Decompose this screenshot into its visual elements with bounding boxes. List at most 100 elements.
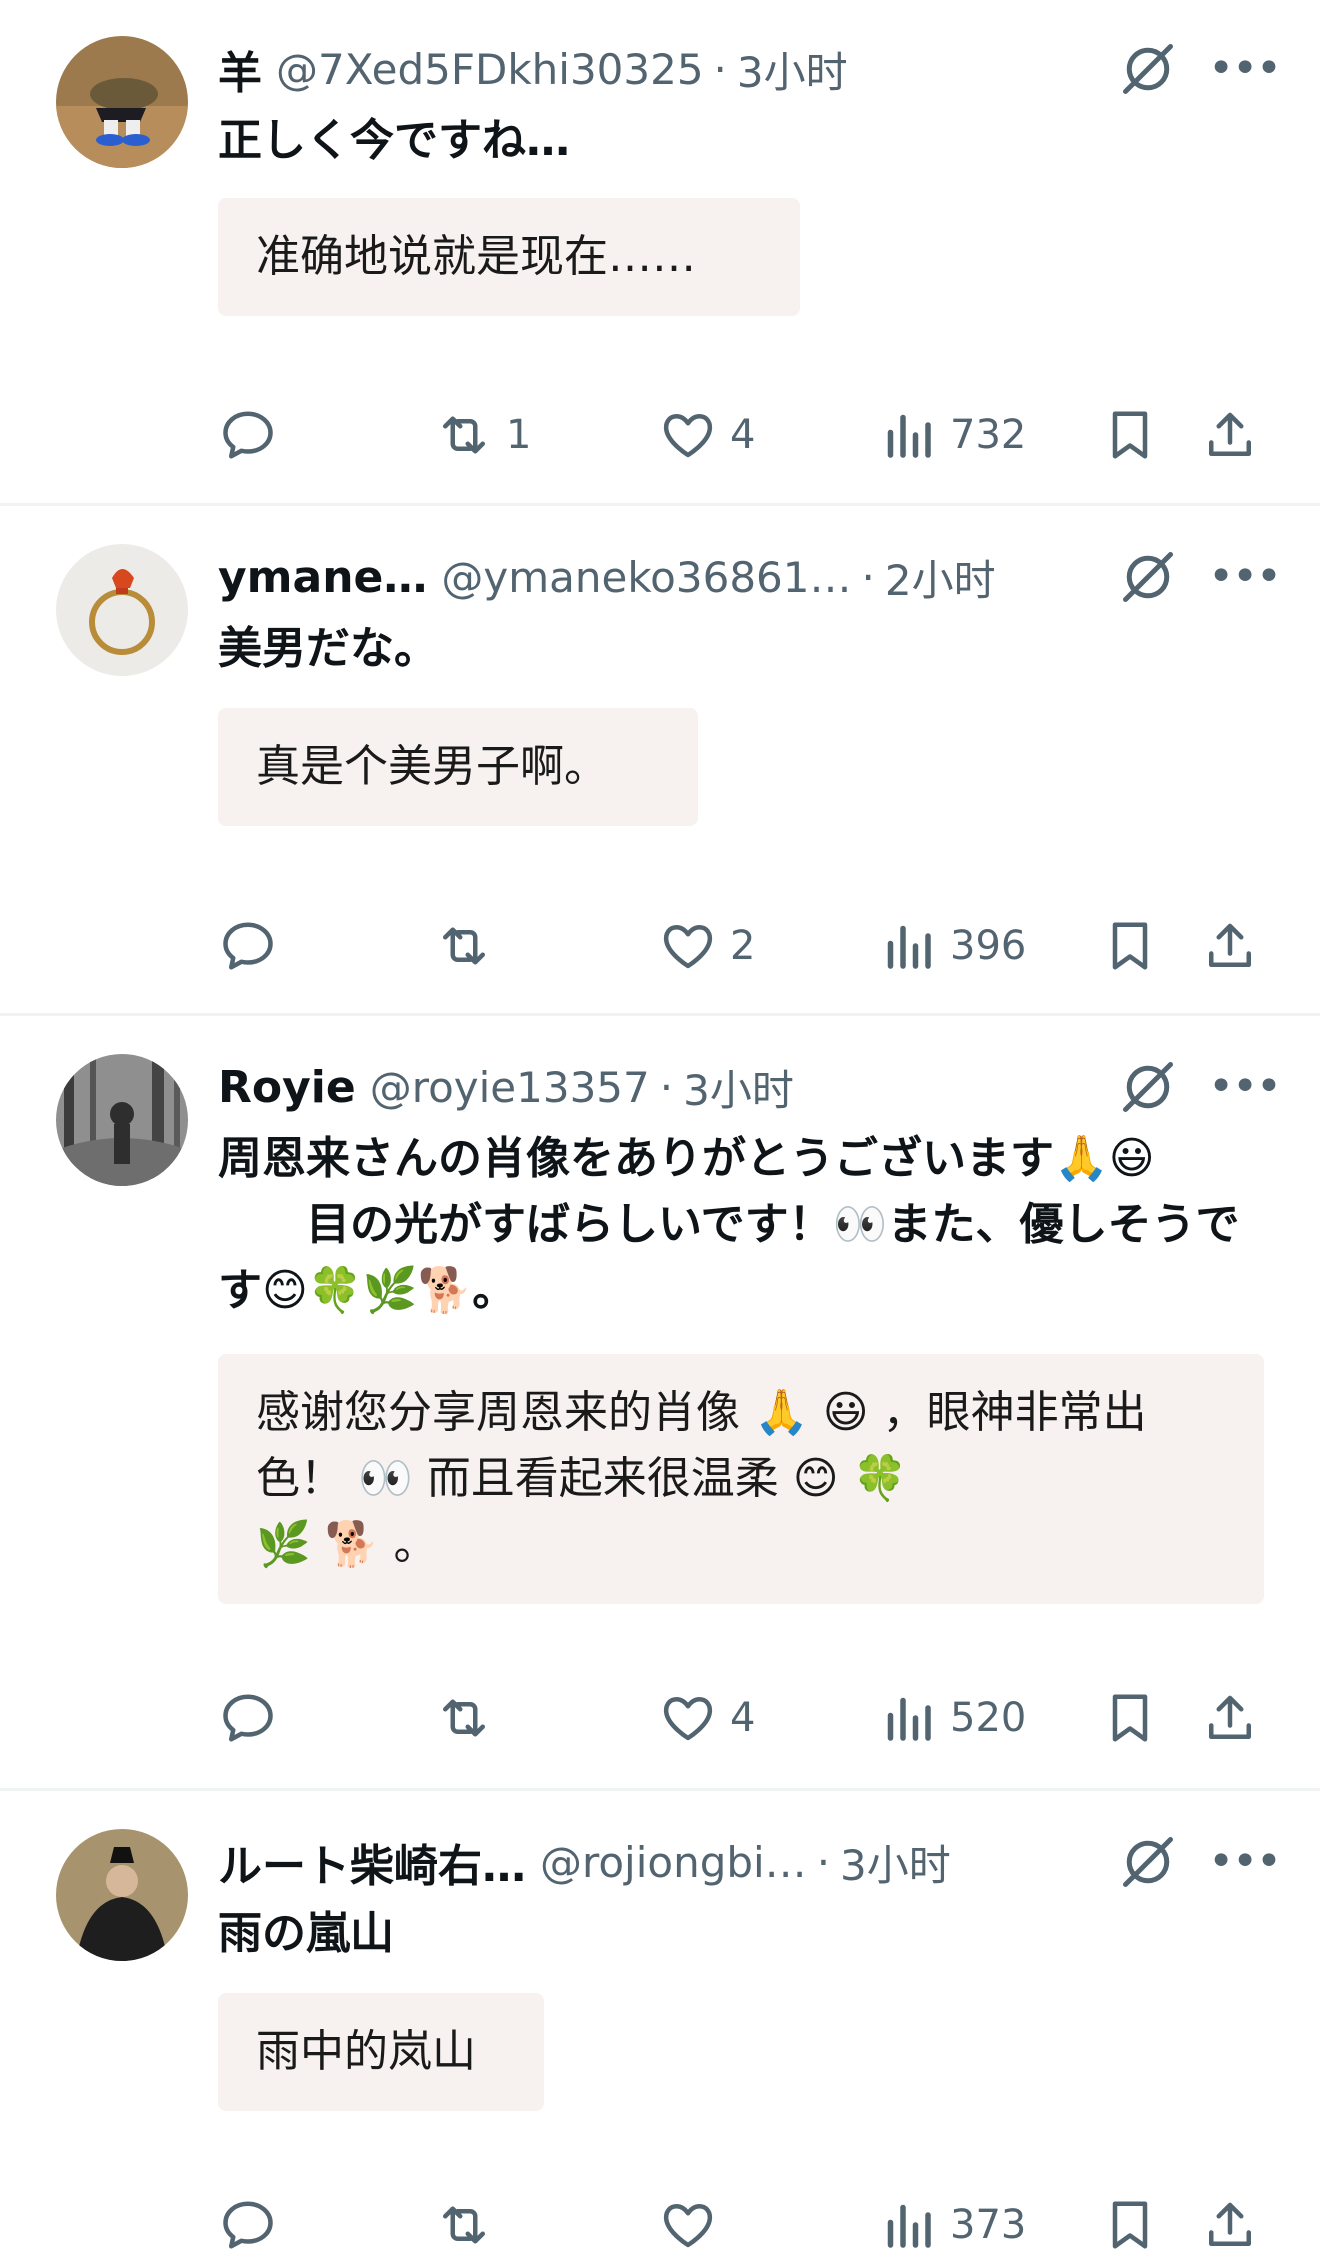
views-button[interactable]: 520 bbox=[878, 1678, 1026, 1758]
heart-icon bbox=[658, 916, 718, 976]
display-name[interactable]: ymane… bbox=[218, 552, 427, 603]
action-bar: 373 bbox=[218, 2185, 1278, 2265]
user-handle[interactable]: @7Xed5FDkhi30325 bbox=[276, 45, 704, 94]
reply-button[interactable] bbox=[218, 395, 290, 475]
post-header: ymane… @ymaneko36861… · 2小时 ••• bbox=[218, 544, 1282, 610]
bookmark-button[interactable] bbox=[1100, 2185, 1160, 2265]
user-handle[interactable]: @rojiongbi… bbox=[540, 1838, 807, 1887]
post-text: 正しく今ですね… bbox=[218, 115, 570, 166]
bookmark-icon bbox=[1100, 916, 1160, 976]
translation-box: 感谢您分享周恩来的肖像 🙏 😃 ，眼神非常出色！ 👀 而且看起来很温柔 😊 🍀 … bbox=[218, 1354, 1264, 1604]
bookmark-icon bbox=[1100, 2195, 1160, 2255]
retweet-button[interactable] bbox=[434, 2185, 506, 2265]
separator-dot: · bbox=[861, 552, 875, 602]
header-actions: ••• bbox=[1104, 1829, 1282, 1895]
reply-icon bbox=[218, 916, 278, 976]
views-button[interactable]: 732 bbox=[878, 395, 1026, 475]
retweet-button[interactable] bbox=[434, 1678, 506, 1758]
views-button[interactable]: 396 bbox=[878, 906, 1026, 986]
heart-icon bbox=[658, 1688, 718, 1748]
reply-feed: 羊 @7Xed5FDkhi30325 · 3小时 ••• 正しく今ですね… 准确… bbox=[0, 0, 1320, 2267]
avatar[interactable] bbox=[56, 544, 188, 676]
reply-post[interactable]: 羊 @7Xed5FDkhi30325 · 3小时 ••• 正しく今ですね… 准确… bbox=[0, 0, 1320, 505]
bookmark-button[interactable] bbox=[1100, 1678, 1160, 1758]
user-handle[interactable]: @ymaneko36861… bbox=[441, 553, 851, 602]
share-button[interactable] bbox=[1200, 2185, 1260, 2265]
bookmark-button[interactable] bbox=[1100, 395, 1160, 475]
bookmark-button[interactable] bbox=[1100, 906, 1160, 986]
retweet-icon bbox=[434, 916, 494, 976]
timestamp[interactable]: 3小时 bbox=[737, 39, 848, 100]
header-actions: ••• bbox=[1104, 544, 1282, 610]
views-icon bbox=[878, 916, 938, 976]
timestamp[interactable]: 3小时 bbox=[840, 1832, 951, 1893]
reply-post[interactable]: Royie @royie13357 · 3小时 ••• 周恩来さんの肖像をありが… bbox=[0, 1018, 1320, 1788]
display-name[interactable]: 羊 bbox=[218, 37, 262, 101]
avatar[interactable] bbox=[56, 36, 188, 168]
more-icon[interactable]: ••• bbox=[1208, 555, 1282, 599]
reply-button[interactable] bbox=[218, 2185, 290, 2265]
views-icon bbox=[878, 2195, 938, 2255]
retweet-button[interactable] bbox=[434, 906, 506, 986]
bookmark-icon bbox=[1100, 1688, 1160, 1748]
separator-dot: · bbox=[713, 44, 727, 94]
more-icon[interactable]: ••• bbox=[1208, 47, 1282, 91]
action-bar: 4 520 bbox=[218, 1678, 1278, 1758]
header-actions: ••• bbox=[1104, 1054, 1282, 1120]
separator-dot: · bbox=[816, 1837, 831, 1887]
share-icon bbox=[1200, 1688, 1260, 1748]
post-text: 雨の嵐山 bbox=[218, 1908, 394, 1959]
display-name[interactable]: ルート柴崎右… bbox=[218, 1830, 526, 1894]
more-icon[interactable]: ••• bbox=[1208, 1065, 1282, 1109]
divider bbox=[0, 1788, 1320, 1791]
retweet-button[interactable]: 1 bbox=[434, 395, 531, 475]
avatar[interactable] bbox=[56, 1054, 188, 1186]
bookmark-icon bbox=[1100, 405, 1160, 465]
reply-icon bbox=[218, 405, 278, 465]
like-count: 2 bbox=[730, 923, 756, 969]
retweet-icon bbox=[434, 405, 494, 465]
reply-icon bbox=[218, 1688, 278, 1748]
post-text: 美男だな。 bbox=[218, 623, 438, 674]
like-button[interactable] bbox=[658, 2185, 730, 2265]
post-header: Royie @royie13357 · 3小时 ••• bbox=[218, 1054, 1282, 1120]
post-text: 周恩来さんの肖像をありがとうございます🙏😃 目の光がすばらしいです！👀また、優し… bbox=[218, 1133, 1240, 1316]
separator-dot: · bbox=[659, 1062, 674, 1112]
divider bbox=[0, 503, 1320, 506]
post-header: 羊 @7Xed5FDkhi30325 · 3小时 ••• bbox=[218, 36, 1282, 102]
reply-icon bbox=[218, 2195, 278, 2255]
grok-icon[interactable] bbox=[1118, 1057, 1178, 1117]
timestamp[interactable]: 3小时 bbox=[683, 1057, 794, 1118]
retweet-icon bbox=[434, 1688, 494, 1748]
views-count: 373 bbox=[950, 2202, 1027, 2248]
more-icon[interactable]: ••• bbox=[1208, 1840, 1282, 1884]
action-bar: 2 396 bbox=[218, 906, 1278, 986]
divider bbox=[0, 1013, 1320, 1016]
grok-icon[interactable] bbox=[1118, 1832, 1178, 1892]
retweet-icon bbox=[434, 2195, 494, 2255]
grok-icon[interactable] bbox=[1118, 39, 1178, 99]
avatar[interactable] bbox=[56, 1829, 188, 1961]
share-button[interactable] bbox=[1200, 906, 1260, 986]
post-header: ルート柴崎右… @rojiongbi… · 3小时 ••• bbox=[218, 1829, 1282, 1895]
reply-button[interactable] bbox=[218, 906, 290, 986]
like-button[interactable]: 4 bbox=[658, 1678, 755, 1758]
views-count: 396 bbox=[950, 923, 1027, 969]
reply-button[interactable] bbox=[218, 1678, 290, 1758]
reply-post[interactable]: ルート柴崎右… @rojiongbi… · 3小时 ••• 雨の嵐山 雨中的岚山… bbox=[0, 1793, 1320, 2267]
grok-icon[interactable] bbox=[1118, 547, 1178, 607]
heart-icon bbox=[658, 405, 718, 465]
share-button[interactable] bbox=[1200, 395, 1260, 475]
user-handle[interactable]: @royie13357 bbox=[370, 1063, 650, 1112]
like-button[interactable]: 2 bbox=[658, 906, 755, 986]
display-name[interactable]: Royie bbox=[218, 1062, 356, 1113]
translation-box: 雨中的岚山 bbox=[218, 1993, 544, 2111]
timestamp[interactable]: 2小时 bbox=[885, 547, 996, 608]
like-button[interactable]: 4 bbox=[658, 395, 755, 475]
translation-box: 准确地说就是现在…… bbox=[218, 198, 800, 316]
share-button[interactable] bbox=[1200, 1678, 1260, 1758]
reply-post[interactable]: ymane… @ymaneko36861… · 2小时 ••• 美男だな。 真是… bbox=[0, 508, 1320, 1013]
views-button[interactable]: 373 bbox=[878, 2185, 1026, 2265]
header-actions: ••• bbox=[1104, 36, 1282, 102]
retweet-count: 1 bbox=[506, 412, 532, 458]
